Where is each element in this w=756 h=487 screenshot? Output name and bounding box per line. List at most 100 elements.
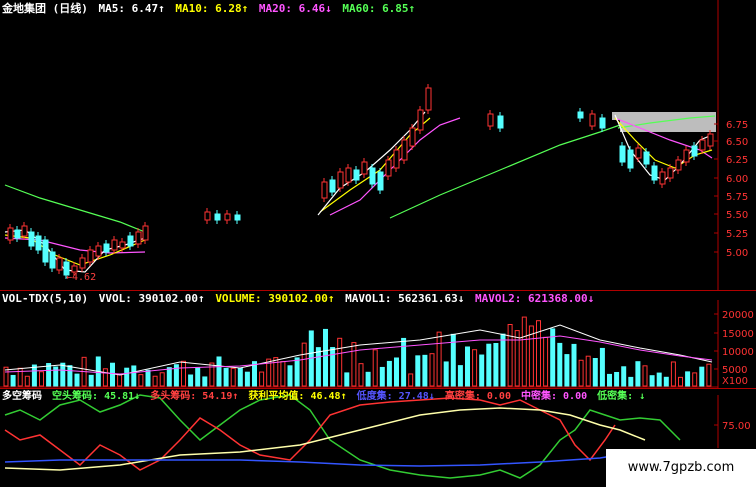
volume-bar: [10, 374, 16, 387]
volume-bar: [621, 366, 627, 387]
candle: [56, 257, 63, 271]
volume-bar: [117, 373, 123, 387]
volume-bar: [223, 367, 229, 387]
volume-bar: [670, 361, 676, 387]
volume-bar: [195, 367, 201, 387]
candle: [49, 251, 56, 269]
price-tick: 5.25: [726, 229, 748, 240]
candle: [683, 149, 690, 163]
candle: [651, 165, 658, 181]
volume-bar: [152, 375, 158, 387]
candle: [487, 113, 494, 127]
volume-bar: [39, 371, 44, 387]
volume-bar: [472, 349, 478, 387]
volume-bar: [365, 371, 371, 387]
volume-bar: [166, 367, 172, 387]
volume-bar: [315, 347, 321, 387]
candle: [119, 241, 126, 249]
volume-bar: [379, 366, 385, 387]
candle: [87, 249, 94, 263]
volume-bar: [585, 355, 591, 387]
price-tick: 5.00: [726, 248, 748, 259]
volume-bar: [401, 337, 407, 387]
candle: [353, 169, 360, 181]
volume-bar: [202, 376, 208, 387]
candle: [425, 87, 432, 111]
vol-indicator-name: VOL-TDX(5,10): [2, 292, 89, 305]
price-tick: 6.00: [726, 174, 748, 185]
candle: [643, 151, 650, 165]
avg-profit-label: 获利平均值: 46.48↑: [248, 391, 347, 402]
volume-bar: [479, 354, 485, 387]
volume-bar: [486, 343, 492, 387]
density-label-2: 高密集: 0.00: [444, 391, 511, 402]
volume-bar: [323, 328, 328, 387]
volume-bar: [237, 367, 243, 387]
candle: [409, 127, 416, 147]
candle: [7, 227, 14, 241]
candle: [417, 109, 424, 131]
candle: [95, 245, 102, 257]
volume-bar: [46, 363, 52, 387]
candle: [369, 167, 376, 185]
volume-bar: [692, 372, 698, 387]
price-tick: 5.50: [726, 210, 748, 221]
candle: [497, 115, 504, 129]
volume-bar: [408, 373, 414, 387]
volume-bar: [436, 331, 442, 387]
candle: [361, 161, 368, 175]
volume-bar: [564, 354, 570, 387]
candle: [329, 179, 336, 193]
volume-bar: [301, 342, 307, 387]
volume-bar: [131, 365, 137, 387]
volume-bar: [536, 320, 541, 387]
short-chip-label: 空头筹码: 45.81↓: [52, 391, 141, 402]
volume-bar: [24, 375, 30, 387]
chip-tick: 75.00: [722, 421, 751, 432]
volume-unit: X100: [722, 376, 748, 387]
volume-tick: 15000: [722, 329, 754, 340]
ma60-line: [4, 184, 146, 233]
volume-bar: [550, 328, 556, 387]
volume-bar: [280, 361, 286, 387]
price-tick: 6.75: [726, 120, 748, 131]
candle: [627, 149, 634, 169]
volume-bar: [145, 369, 151, 387]
candle: [675, 159, 682, 171]
volume-bar: [443, 361, 449, 387]
volume-bar: [514, 330, 520, 387]
volume-bar: [663, 376, 669, 387]
candle: [401, 139, 408, 161]
volume-bar: [102, 368, 108, 387]
candle: [214, 213, 221, 221]
volume-bar: [138, 374, 144, 387]
volume-bar: [372, 349, 378, 387]
volume-bar: [358, 363, 364, 387]
candle: [103, 243, 110, 253]
candle: [667, 167, 674, 179]
candle: [345, 167, 352, 183]
candle: [577, 111, 584, 119]
candle: [377, 171, 384, 191]
volume-bar: [259, 371, 265, 387]
low-price-marker: ←4.62: [66, 272, 97, 283]
kline-chart[interactable]: 6.75 6.50 6.25 6.00 5.75 5.50 5.25 5.00 20000 15…: [0, 0, 756, 487]
pane-divider-2: [0, 388, 756, 389]
volume-bar: [500, 333, 506, 387]
volume-tick: 5000: [722, 365, 747, 376]
volume-bar: [649, 375, 655, 387]
vvol-label: VVOL: 390102.00↑: [98, 292, 205, 305]
volume-bar: [351, 342, 357, 387]
volume-bar: [557, 342, 563, 387]
candle: [589, 113, 596, 127]
volume-tick: 10000: [722, 347, 754, 358]
volume-bar: [216, 356, 222, 387]
volume-bar: [181, 360, 186, 387]
chip-header: 多空筹码 空头筹码: 45.81↓ 多头筹码: 54.19↑ 获利平均值: 46…: [2, 390, 649, 403]
volume-bar: [507, 324, 513, 387]
candle: [659, 171, 666, 185]
volume-bar: [386, 360, 392, 387]
site-watermark: www.7gpzb.com: [606, 449, 756, 487]
long-chip-label: 多头筹码: 54.19↑: [150, 391, 239, 402]
volume-bar: [628, 376, 634, 387]
